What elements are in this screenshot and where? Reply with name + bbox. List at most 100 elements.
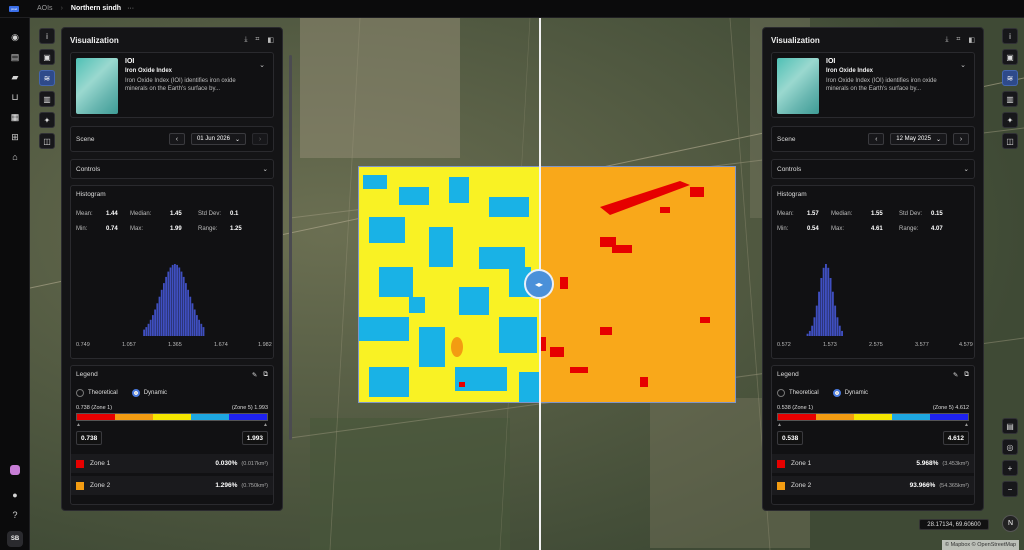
image-icon[interactable]: ▣ [39,49,55,65]
prev-scene-button[interactable]: ‹ [168,133,185,145]
map-style-icon[interactable]: ▤ [1002,418,1018,434]
ramp-segment [778,414,816,420]
split-view-icon[interactable]: ◫ [1002,133,1018,149]
copy-icon[interactable]: ⧉ [263,371,268,379]
ramp-min-handle[interactable]: ▲ [777,422,782,428]
chevron-down-icon[interactable]: ⌄ [960,61,966,69]
user-avatar[interactable]: SB [7,531,23,547]
ramp-max-handle[interactable]: ▲ [964,422,969,428]
zone-row[interactable]: Zone 1 5.968% (3.453km²) [772,454,974,473]
archive-icon[interactable]: ▤ [8,50,22,64]
layers-icon[interactable]: ≋ [1002,70,1018,86]
bell-icon[interactable]: ● [8,488,22,502]
layer-card[interactable]: IOI Iron Oxide Index Iron Oxide Index (I… [771,52,975,118]
color-ramp[interactable] [76,413,268,421]
controls-label: Controls [777,165,802,173]
layers-icon[interactable]: ≋ [39,70,55,86]
zone-area: (0.750km²) [241,482,268,489]
histogram-tick: 2.575 [869,342,883,348]
zone-percent: 93.966% [909,482,936,489]
zone-row[interactable]: Zone 1 0.030% (0.017km²) [71,454,273,473]
image-icon[interactable]: ▣ [1002,49,1018,65]
help-icon[interactable]: ? [8,508,22,522]
histogram-tick: 1.982 [258,342,272,348]
zoom-out-icon[interactable]: − [1002,481,1018,497]
truck-icon[interactable]: ▰ [8,70,22,84]
theoretical-radio[interactable]: Theoretical [76,389,118,397]
crop-icon[interactable]: ⌗ [255,36,259,44]
copy-icon[interactable]: ⧉ [964,371,969,379]
histogram-bar [813,317,816,336]
zoom-in-icon[interactable]: + [1002,460,1018,476]
max-value-input[interactable]: 4.612 [942,431,969,445]
histogram-bar [149,319,152,336]
info-icon[interactable]: i [39,28,55,44]
dynamic-radio[interactable]: Dynamic [131,389,167,397]
compass-icon[interactable]: ◉ [8,30,22,44]
legend-card: Legend ✎ ⧉ Theoretical Dynamic 0.738 (Zone… [70,365,274,505]
theoretical-radio[interactable]: Theoretical [777,389,819,397]
map-icon[interactable]: ▦ [8,110,22,124]
histogram-bar [154,309,156,336]
app-logo[interactable]: pixel [9,5,19,12]
breadcrumb-aois[interactable]: AOIs [37,5,53,12]
map-attribution[interactable]: © Mapbox © OpenStreetMap [942,540,1020,550]
next-scene-button[interactable]: › [252,133,268,145]
panel-scrollbar[interactable] [289,55,292,440]
ramp-min-handle[interactable]: ▲ [76,422,81,428]
expand-icon[interactable]: ◧ [267,36,274,44]
layer-card[interactable]: IOI Iron Oxide Index Iron Oxide Index (I… [70,52,274,118]
scene-label: Scene [76,135,95,143]
zone-row[interactable]: Zone 2 1.296% (0.750km²) [71,476,273,495]
scene-date-select[interactable]: 12 May 2025 ⌄ [890,133,947,145]
dynamic-radio[interactable]: Dynamic [832,389,868,397]
chevron-down-icon[interactable]: ⌄ [259,61,265,69]
histogram-bar [815,305,818,336]
compass-north-icon[interactable]: N [1002,515,1019,532]
zone-row[interactable]: Zone 2 93.966% (54.365km²) [772,476,974,495]
next-scene-button[interactable]: › [953,133,969,145]
stat-median: 1.45 [170,211,182,217]
histogram-bar [158,296,161,336]
layer-name: IOI [125,58,135,65]
split-view-icon[interactable]: ◫ [39,133,55,149]
download-icon[interactable]: ⤓ [945,36,948,44]
stat-label: Range: [899,226,919,232]
more-options-icon[interactable]: ··· [127,5,134,12]
crop-icon[interactable]: ⌗ [956,36,960,44]
scene-date-select[interactable]: 01 Jun 2026 ⌄ [190,133,246,145]
chart-icon[interactable]: ▥ [39,91,55,107]
edit-icon[interactable]: ✎ [953,371,958,379]
color-ramp[interactable] [777,413,969,421]
index-overlay-left [358,166,540,403]
app-icon[interactable] [10,465,20,475]
info-icon[interactable]: i [1002,28,1018,44]
histogram-bar [808,330,811,336]
split-handle[interactable]: ◂▸ [524,269,554,299]
chart-icon[interactable]: ▥ [1002,91,1018,107]
stat-label: Min: [76,226,88,232]
histogram-bar [193,309,196,336]
expand-icon[interactable]: ◧ [968,36,975,44]
locate-icon[interactable]: ◎ [1002,439,1018,455]
controls-row[interactable]: Controls ⌄ [771,159,975,179]
min-value-input[interactable]: 0.538 [777,431,804,445]
left-layer-tools: i ▣ ≋ ▥ ✦ ◫ [39,28,55,149]
zone-area: (3.453km²) [942,460,969,467]
edit-icon[interactable]: ✎ [252,371,257,379]
max-value-input[interactable]: 1.993 [241,431,268,445]
histogram-bar [811,325,814,336]
ramp-segment [153,414,191,420]
cart-icon[interactable]: ⊔ [8,90,22,104]
stat-mean: 1.44 [106,211,118,217]
download-icon[interactable]: ⤓ [244,36,247,44]
ramp-max-handle[interactable]: ▲ [263,422,268,428]
controls-row[interactable]: Controls ⌄ [70,159,274,179]
min-value-input[interactable]: 0.738 [76,431,103,445]
prev-scene-button[interactable]: ‹ [868,133,885,145]
workflow-icon[interactable]: ⊞ [8,130,22,144]
sparkle-icon[interactable]: ✦ [1002,112,1018,128]
store-icon[interactable]: ⌂ [8,150,22,164]
sparkle-icon[interactable]: ✦ [39,112,55,128]
scene-date: 12 May 2025 [896,136,931,142]
